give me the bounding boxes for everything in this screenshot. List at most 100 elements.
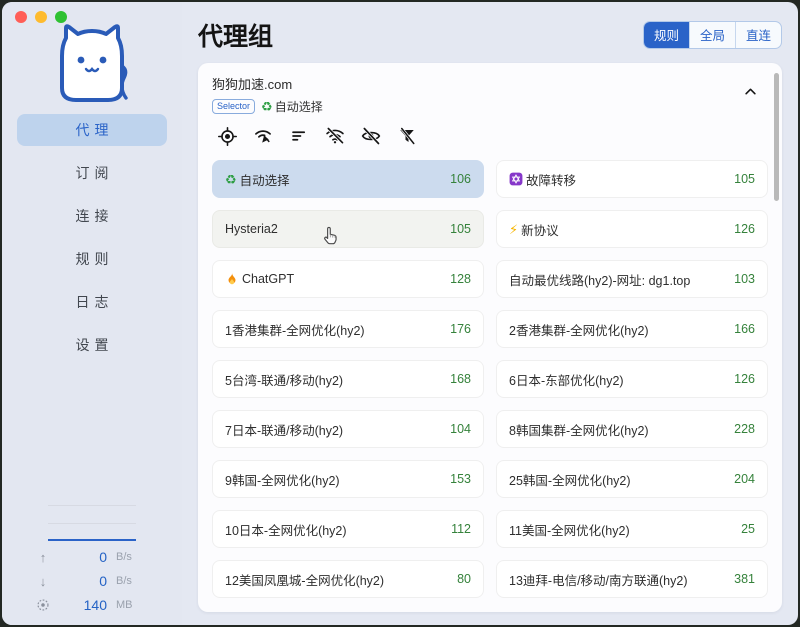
eye-off-icon[interactable] xyxy=(360,125,382,147)
stat-row-download: ↓ 0 B/s xyxy=(34,569,150,593)
traffic-stats: ↑0B/s↓0B/s140MB xyxy=(34,545,150,617)
proxy-name: 5台湾-联通/移动(hy2) xyxy=(225,370,343,389)
proxy-tile[interactable]: 故障转移105 xyxy=(496,160,768,198)
proxy-tile[interactable]: 2香港集群-全网优化(hy2) 166 xyxy=(496,310,768,348)
arrow-down-icon: ↓ xyxy=(34,574,52,589)
sidebar-item-rules[interactable]: 规则 xyxy=(17,243,167,275)
sidebar-item-proxies[interactable]: 代理 xyxy=(17,114,167,146)
proxy-latency: 153 xyxy=(450,472,471,486)
bolt-icon: ⚡ xyxy=(509,223,518,236)
close-window-button[interactable] xyxy=(15,11,27,23)
star-badge-icon xyxy=(509,172,523,186)
proxy-latency: 105 xyxy=(450,222,471,236)
proxy-latency: 112 xyxy=(451,522,471,536)
locate-icon[interactable] xyxy=(216,125,238,147)
sidebar-item-logs[interactable]: 日志 xyxy=(17,286,167,318)
arrow-up-icon: ↑ xyxy=(34,550,52,565)
proxy-tile[interactable]: 6日本-东部优化(hy2)126 xyxy=(496,360,768,398)
proxy-tile[interactable]: ChatGPT 128 xyxy=(212,260,484,298)
recycle-icon: ♻ xyxy=(261,100,273,113)
proxy-latency: 25 xyxy=(741,522,755,536)
group-subline: Selector ♻ 自动选择 xyxy=(212,98,323,115)
minimize-window-button[interactable] xyxy=(35,11,47,23)
proxy-name: 自动最优线路(hy2)-网址: dg1.top xyxy=(509,270,690,289)
scrollbar-thumb[interactable] xyxy=(774,73,779,201)
wifi-off-icon[interactable] xyxy=(324,125,346,147)
group-header[interactable]: 狗狗加速.com Selector ♻ 自动选择 xyxy=(212,74,768,115)
upload-value: 0 xyxy=(61,549,107,565)
proxy-tile[interactable]: 10日本-全网优化(hy2) 112 xyxy=(212,510,484,548)
stat-row-total-traffic: 140 MB xyxy=(34,593,150,617)
proxy-tile[interactable]: 自动最优线路(hy2)-网址: dg1.top103 xyxy=(496,260,768,298)
sidebar: 代理订阅连接规则日志设置 ↑0B/s↓0B/s140MB xyxy=(2,2,182,625)
proxy-name: 9韩国-全网优化(hy2) xyxy=(225,470,340,489)
proxy-latency: 204 xyxy=(734,472,755,486)
speed-test-icon[interactable] xyxy=(252,125,274,147)
sidebar-item-connections[interactable]: 连接 xyxy=(17,200,167,232)
proxy-tile[interactable]: 8韩国集群-全网优化(hy2)228 xyxy=(496,410,768,448)
proxy-name: 1香港集群-全网优化(hy2) xyxy=(225,320,365,339)
collapse-button[interactable] xyxy=(743,84,758,99)
circle-dot-icon xyxy=(34,598,52,612)
proxy-name: 25韩国-全网优化(hy2) xyxy=(509,470,631,489)
proxy-tile[interactable]: 9韩国-全网优化(hy2) 153 xyxy=(212,460,484,498)
main-panel: 代理组 规则全局直连 狗狗加速.com Selector ♻ 自动选择 xyxy=(182,2,798,625)
group-name: 狗狗加速.com xyxy=(212,74,323,93)
proxy-tile[interactable]: 25韩国-全网优化(hy2) 204 xyxy=(496,460,768,498)
sidebar-menu: 代理订阅连接规则日志设置 xyxy=(2,114,182,361)
total-traffic-unit: MB xyxy=(116,599,150,611)
proxy-name: 11美国-全网优化(hy2) xyxy=(509,520,630,539)
proxy-latency: 166 xyxy=(734,322,755,336)
filter-off-icon[interactable] xyxy=(396,125,418,147)
proxy-latency: 126 xyxy=(734,372,755,386)
proxy-tile[interactable]: 11美国-全网优化(hy2) 25 xyxy=(496,510,768,548)
total-traffic-value: 140 xyxy=(61,597,107,613)
sparkline-baseline xyxy=(48,539,136,541)
proxy-grid: ♻自动选择 106 故障转移105 Hysteria2105 ⚡新协议 126 ChatGP… xyxy=(212,160,768,598)
proxy-latency: 105 xyxy=(734,172,755,186)
sparkline-gridline xyxy=(48,523,136,524)
zoom-window-button[interactable] xyxy=(55,11,67,23)
proxy-latency: 126 xyxy=(734,222,755,236)
flame-icon xyxy=(225,272,239,286)
group-toolbar xyxy=(216,125,768,147)
page-title: 代理组 xyxy=(198,17,273,53)
mode-global-button[interactable]: 全局 xyxy=(689,22,735,48)
proxy-name: 7日本-联通/移动(hy2) xyxy=(225,420,343,439)
download-value: 0 xyxy=(61,573,107,589)
mode-rule-button[interactable]: 规则 xyxy=(644,22,689,48)
proxy-latency: 168 xyxy=(450,372,471,386)
mode-direct-button[interactable]: 直连 xyxy=(735,22,781,48)
recycle-icon: ♻ xyxy=(225,173,237,186)
group-info: 狗狗加速.com Selector ♻ 自动选择 xyxy=(212,74,323,115)
proxy-latency: 381 xyxy=(734,572,755,586)
outbound-mode-switch: 规则全局直连 xyxy=(643,21,782,49)
proxy-name: 12美国凤凰城-全网优化(hy2) xyxy=(225,570,384,589)
proxy-tile[interactable]: 5台湾-联通/移动(hy2) 168 xyxy=(212,360,484,398)
group-current-node: ♻ 自动选择 xyxy=(261,98,323,115)
traffic-lights xyxy=(15,11,67,23)
proxy-latency: 106 xyxy=(450,172,471,186)
sort-icon[interactable] xyxy=(288,125,310,147)
download-unit: B/s xyxy=(116,575,150,587)
sidebar-item-subscriptions[interactable]: 订阅 xyxy=(17,157,167,189)
proxy-name: ♻自动选择 xyxy=(225,170,290,189)
proxy-tile[interactable]: 7日本-联通/移动(hy2) 104 xyxy=(212,410,484,448)
proxy-latency: 128 xyxy=(450,272,471,286)
proxy-name: ⚡新协议 xyxy=(509,220,559,239)
proxy-latency: 228 xyxy=(734,422,755,436)
sidebar-item-settings[interactable]: 设置 xyxy=(17,329,167,361)
proxy-tile[interactable]: ♻自动选择 106 xyxy=(212,160,484,198)
proxy-tile[interactable]: 12美国凤凰城-全网优化(hy2)80 xyxy=(212,560,484,598)
proxy-name: ChatGPT xyxy=(225,272,294,286)
proxy-name: 10日本-全网优化(hy2) xyxy=(225,520,347,539)
traffic-sparkline xyxy=(48,505,136,541)
proxy-tile[interactable]: 13迪拜-电信/移动/南方联通(hy2)381 xyxy=(496,560,768,598)
proxy-tile[interactable]: 1香港集群-全网优化(hy2)176 xyxy=(212,310,484,348)
proxy-tile[interactable]: Hysteria2105 xyxy=(212,210,484,248)
proxy-latency: 104 xyxy=(450,422,471,436)
chevron-up-icon xyxy=(743,84,758,99)
group-current-label: 自动选择 xyxy=(275,98,323,115)
proxy-tile[interactable]: ⚡新协议 126 xyxy=(496,210,768,248)
proxy-name: 2香港集群-全网优化(hy2) xyxy=(509,320,649,339)
